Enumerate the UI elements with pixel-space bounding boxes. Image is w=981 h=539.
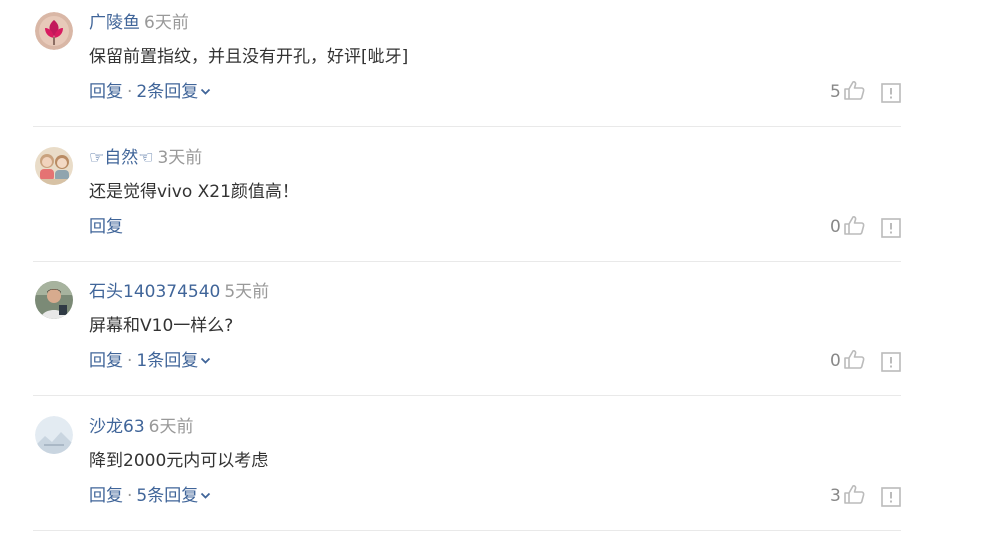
thumbs-up-icon <box>844 216 865 235</box>
comment-meta: 沙龙63 6天前 <box>89 415 193 439</box>
report-button[interactable] <box>881 218 901 238</box>
comment-text: 还是觉得vivo X21颜值高！ <box>89 182 299 202</box>
timestamp: 5天前 <box>224 282 270 302</box>
timestamp: 3天前 <box>157 148 203 168</box>
chevron-down-icon <box>201 88 211 95</box>
like-button[interactable]: 5 <box>830 80 865 104</box>
report-icon <box>881 487 901 507</box>
replies-count-label: 2条回复 <box>136 82 199 102</box>
pink-lotus-avatar-icon <box>35 12 73 50</box>
username[interactable]: 广陵鱼 <box>89 13 140 33</box>
comment-item: 石头140374540 5天前 屏幕和V10一样么? 回复 · 1条回复 0 <box>0 269 981 403</box>
reply-button[interactable]: 回复 <box>89 351 123 371</box>
comment-actions: 回复 · 1条回复 <box>89 349 211 373</box>
view-replies-button[interactable]: 1条回复 <box>136 351 211 371</box>
comment-actions: 回复 <box>89 215 123 239</box>
thumbs-up-icon <box>844 350 865 369</box>
timestamp: 6天前 <box>144 13 189 33</box>
comment-item: ☞自然☜ 3天前 还是觉得vivo X21颜值高！ 回复 0 <box>0 135 981 269</box>
comment-item: 广陵鱼 6天前 保留前置指纹，并且没有开孔，好评[呲牙] 回复 · 2条回复 5 <box>0 0 981 134</box>
report-icon <box>881 83 901 103</box>
chevron-down-icon <box>201 357 211 364</box>
timestamp: 6天前 <box>148 417 194 437</box>
like-button[interactable]: 3 <box>830 484 865 508</box>
like-button[interactable]: 0 <box>830 215 865 239</box>
comment-actions: 回复 · 5条回复 <box>89 484 211 508</box>
avatar[interactable] <box>35 281 73 319</box>
comment-text: 保留前置指纹，并且没有开孔，好评[呲牙] <box>89 47 409 67</box>
like-count: 0 <box>830 351 841 371</box>
divider <box>33 261 901 262</box>
report-icon <box>881 352 901 372</box>
chevron-down-icon <box>201 492 211 499</box>
like-count: 5 <box>830 82 841 102</box>
divider <box>33 395 901 396</box>
like-count: 3 <box>830 486 841 506</box>
separator-dot: · <box>127 486 133 506</box>
comment-meta: 石头140374540 5天前 <box>89 280 269 304</box>
report-button[interactable] <box>881 83 901 103</box>
landscape-avatar-icon <box>35 416 73 454</box>
like-button[interactable]: 0 <box>830 349 865 373</box>
comment-item: 沙龙63 6天前 降到2000元内可以考虑 回复 · 5条回复 3 <box>0 404 981 538</box>
reply-button[interactable]: 回复 <box>89 217 123 237</box>
username[interactable]: ☞自然☜ <box>89 148 153 168</box>
report-button[interactable] <box>881 352 901 372</box>
reply-button[interactable]: 回复 <box>89 82 123 102</box>
reply-button[interactable]: 回复 <box>89 486 123 506</box>
separator-dot: · <box>127 82 133 102</box>
replies-count-label: 5条回复 <box>136 486 199 506</box>
thumbs-up-icon <box>844 485 865 504</box>
comment-text: 屏幕和V10一样么? <box>89 316 234 336</box>
divider <box>33 530 901 531</box>
comment-meta: 广陵鱼 6天前 <box>89 11 189 35</box>
report-button[interactable] <box>881 487 901 507</box>
report-icon <box>881 218 901 238</box>
avatar[interactable] <box>35 416 73 454</box>
comment-actions: 回复 · 2条回复 <box>89 80 211 104</box>
comment-text: 降到2000元内可以考虑 <box>89 451 269 471</box>
divider <box>33 126 901 127</box>
username[interactable]: 沙龙63 <box>89 417 145 437</box>
comment-meta: ☞自然☜ 3天前 <box>89 146 202 170</box>
thumbs-up-icon <box>844 81 865 100</box>
username[interactable]: 石头140374540 <box>89 282 220 302</box>
replies-count-label: 1条回复 <box>136 351 199 371</box>
avatar[interactable] <box>35 147 73 185</box>
view-replies-button[interactable]: 2条回复 <box>136 82 211 102</box>
dolls-photo-avatar-icon <box>35 147 73 185</box>
avatar[interactable] <box>35 12 73 50</box>
view-replies-button[interactable]: 5条回复 <box>136 486 211 506</box>
person-photo-avatar-icon <box>35 281 73 319</box>
separator-dot: · <box>127 351 133 371</box>
like-count: 0 <box>830 217 841 237</box>
